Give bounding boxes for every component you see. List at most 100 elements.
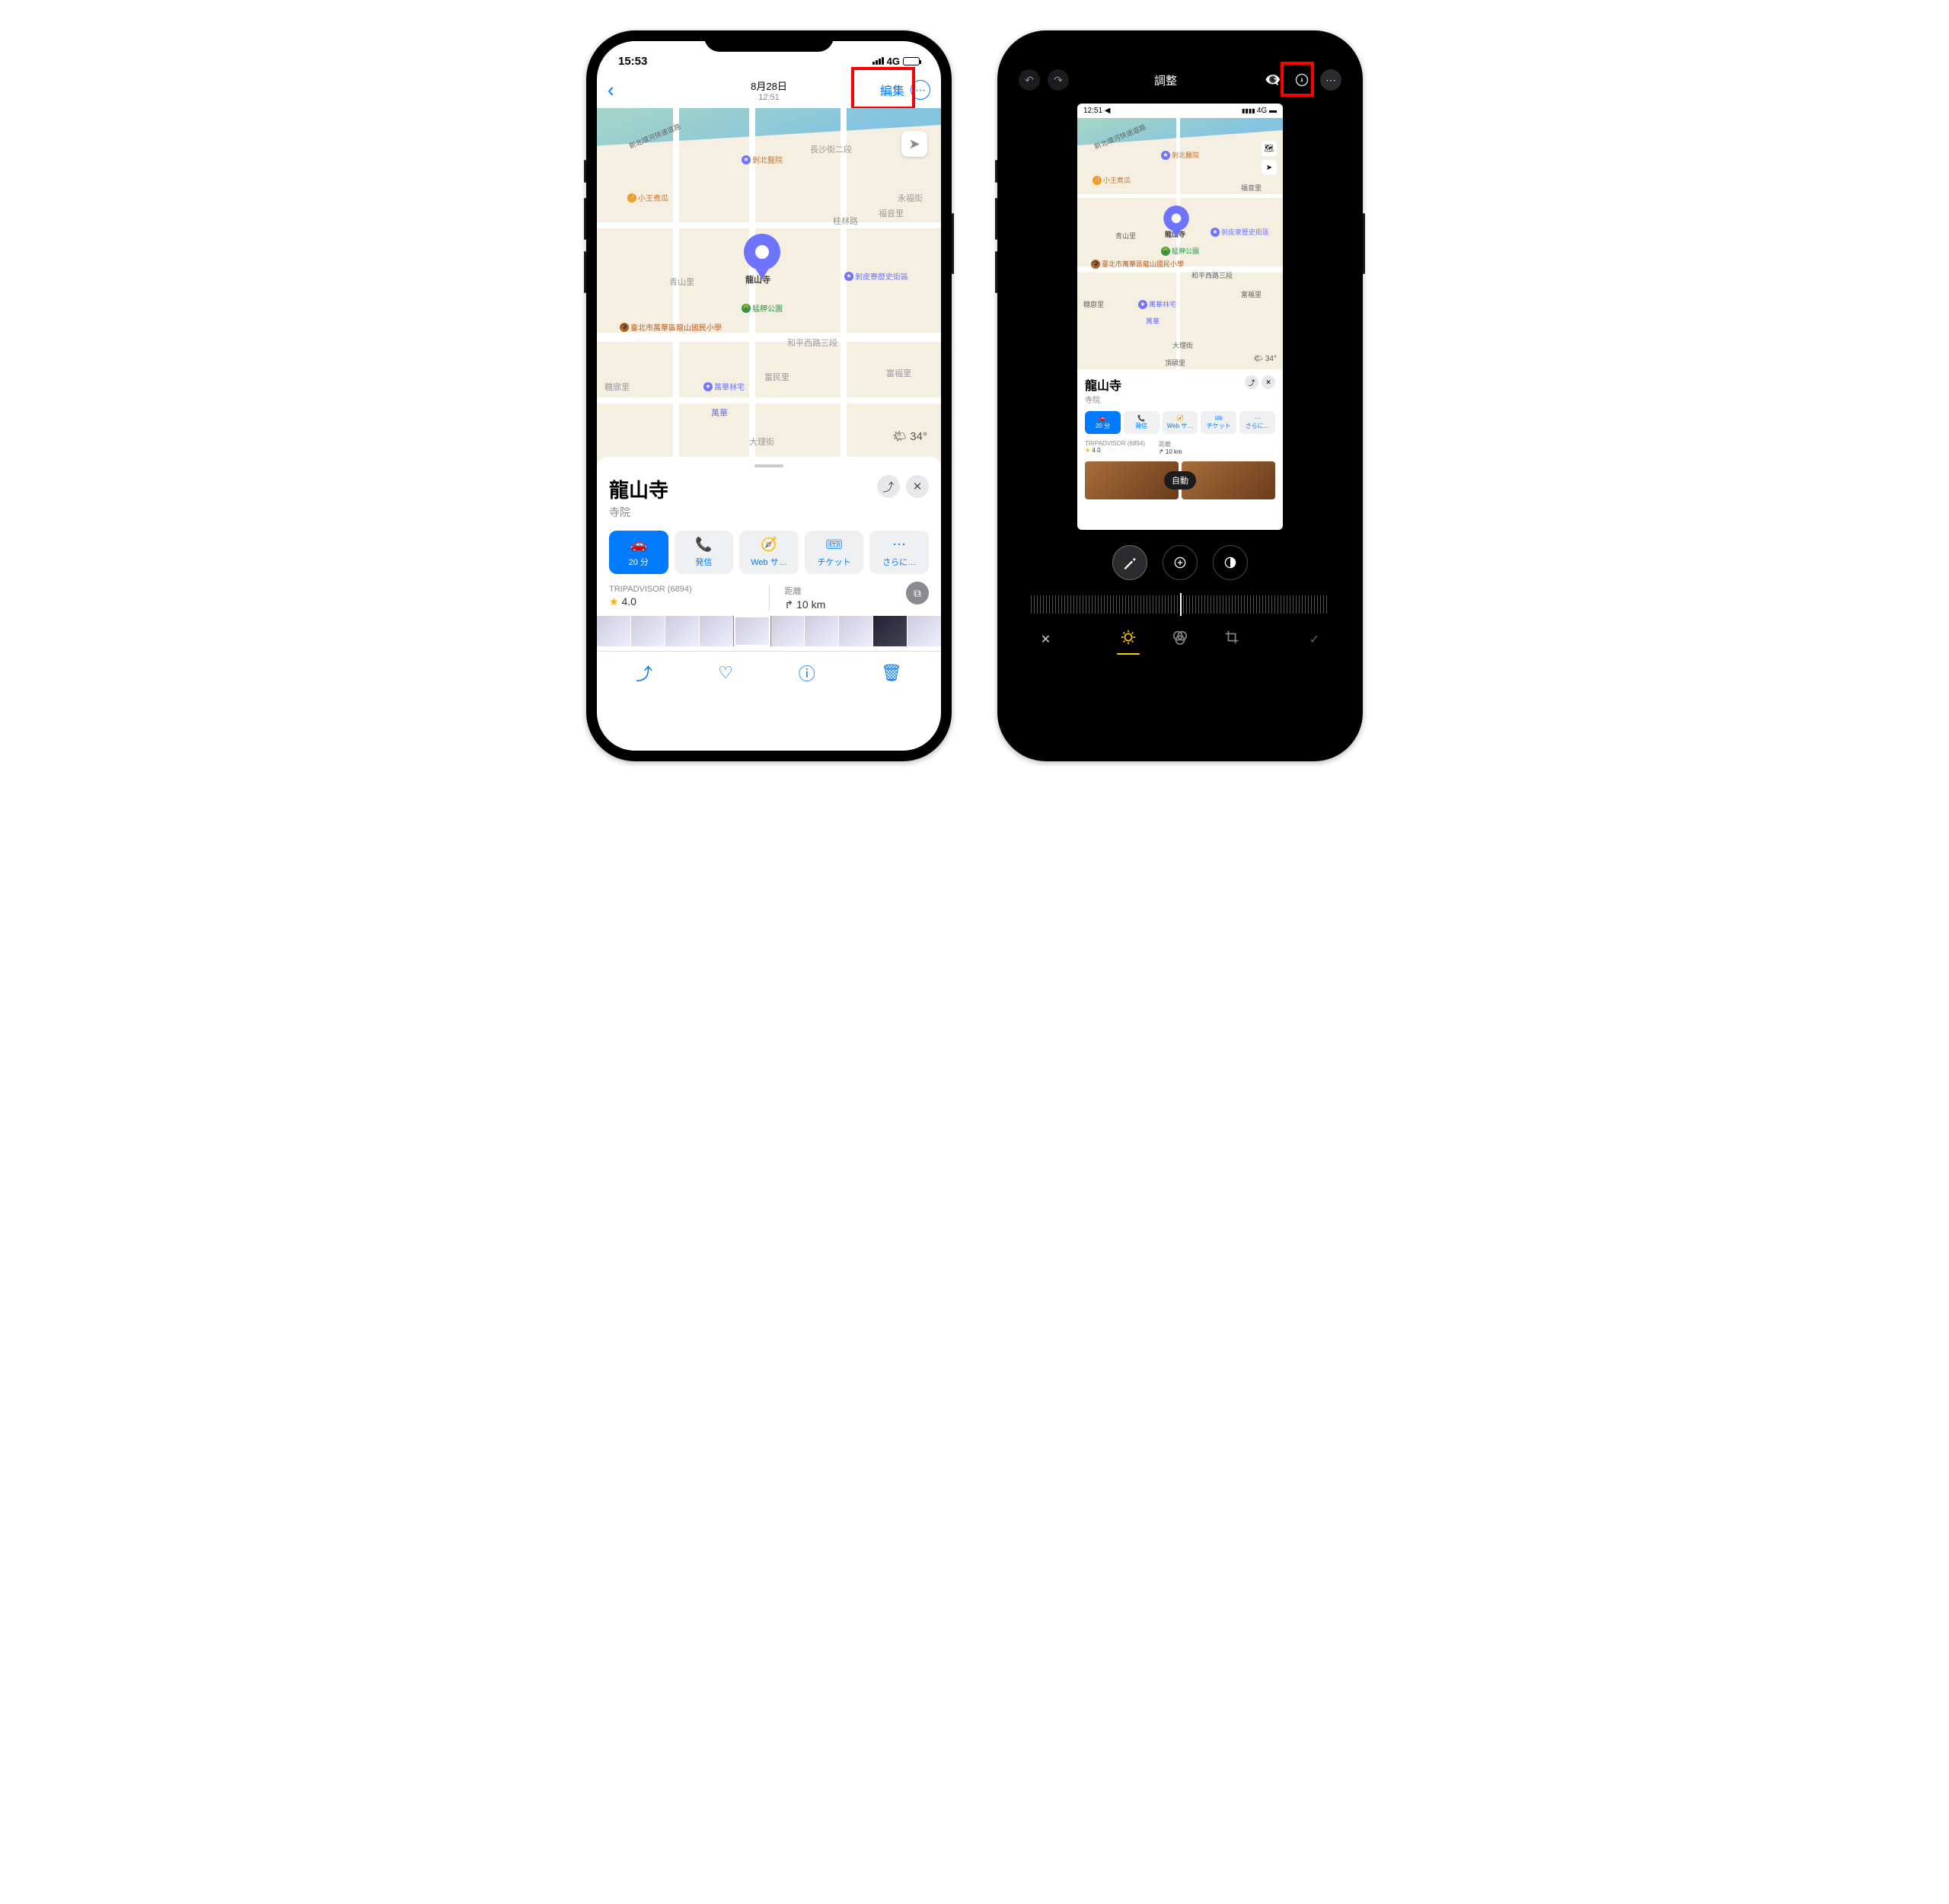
- share-button[interactable]: ⤴: [877, 475, 900, 498]
- place-info: TRIPADVISOR (6894) ★ 4.0 距離 ↱ 10 km ⧉: [609, 585, 929, 611]
- map-label: 永福街: [898, 192, 923, 204]
- locate-icon[interactable]: ➤: [901, 131, 927, 157]
- mini-ticket: 🎟チケット: [1201, 411, 1236, 434]
- done-button[interactable]: ✓: [1309, 632, 1319, 647]
- bottom-toolbar: ⤴ ♡ ⓘ 🗑: [597, 651, 941, 700]
- map-poi: 🌳艋舺公園: [742, 302, 783, 314]
- edit-preview: 12:51 ◀ ▮▮▮▮ 4G ▬ 新北環河快速道路 ★剝北醫院 🍴小王煮瓜 福…: [1077, 104, 1283, 530]
- phone-left: 15:53 4G ‹ 8月28日 12:51 編集 ⋯: [586, 30, 952, 761]
- mini-pin: [1163, 206, 1189, 238]
- close-button[interactable]: ✕: [906, 475, 929, 498]
- mini-dist-label: 距離: [1159, 440, 1182, 448]
- place-title: 龍山寺: [609, 475, 668, 503]
- mini-layers-icon: 🗺: [1262, 141, 1277, 156]
- mini-locate-icon: ➤: [1262, 160, 1277, 175]
- website-button[interactable]: 🧭Web サ…: [739, 531, 799, 574]
- crop-tab[interactable]: [1223, 629, 1240, 650]
- phone-right: ↶ ↷ 調整 👁‍🗨 ⋯ 12:51 ◀ ▮▮▮▮ 4G ▬: [997, 30, 1363, 761]
- place-subtitle: 寺院: [609, 505, 668, 520]
- mini-trip-label: TRIPADVISOR (6894): [1085, 440, 1145, 447]
- highlight-markup: [1281, 62, 1314, 97]
- battery-icon: [903, 57, 920, 65]
- mini-map: 新北環河快速道路 ★剝北醫院 🍴小王煮瓜 福音里 青山里 龍山寺 ★剝皮寮歷史街…: [1077, 118, 1283, 369]
- map-poi: 🎓臺北市萬華區龍山國民小學: [620, 321, 722, 333]
- more-button[interactable]: ⋯: [1320, 69, 1341, 91]
- mini-place-card: 龍山寺 寺院 ⤴ ✕ 🚗20 分 📞発信 🧭Web サ… 🎟チケット ⋯さらに…: [1077, 369, 1283, 506]
- map-label: 富福里: [886, 367, 911, 379]
- more-actions-button[interactable]: ⋯さらに…: [869, 531, 929, 574]
- directions-button[interactable]: 🚗20 分: [609, 531, 668, 574]
- exposure-button[interactable]: [1163, 545, 1198, 580]
- ticket-button[interactable]: 🎟チケット: [805, 531, 864, 574]
- map-label: 大理街: [749, 435, 774, 448]
- grabber[interactable]: [754, 464, 783, 467]
- edit-tabs: ✕ ✓: [1008, 614, 1352, 668]
- mini-web: 🧭Web サ…: [1163, 411, 1198, 434]
- nav-subtime: 12:51: [751, 93, 787, 102]
- filters-tab[interactable]: [1172, 629, 1188, 650]
- brilliance-button[interactable]: [1213, 545, 1248, 580]
- map-label: 長沙街二段: [810, 143, 852, 155]
- map-poi: ★剝皮寮歷史街區: [844, 270, 908, 282]
- mini-status-bar: 12:51 ◀ ▮▮▮▮ 4G ▬: [1077, 104, 1283, 118]
- mini-subtitle: 寺院: [1085, 394, 1121, 405]
- map-poi: ★萬華林宅: [703, 381, 745, 392]
- nav-date: 8月28日: [751, 78, 787, 93]
- mini-temp: 🌤 34°: [1253, 355, 1277, 363]
- undo-button[interactable]: ↶: [1019, 69, 1040, 91]
- edit-screen: ↶ ↷ 調整 👁‍🗨 ⋯ 12:51 ◀ ▮▮▮▮ 4G ▬: [1008, 41, 1352, 751]
- adjust-tab[interactable]: [1120, 629, 1137, 650]
- mini-close-icon: ✕: [1262, 375, 1275, 389]
- edit-topbar: ↶ ↷ 調整 👁‍🗨 ⋯: [1008, 61, 1352, 99]
- mini-call: 📞発信: [1124, 411, 1160, 434]
- star-icon: ★: [609, 595, 621, 608]
- info-icon[interactable]: ⓘ: [799, 661, 815, 685]
- map-label: 萬華: [711, 407, 728, 419]
- action-row: 🚗20 分 📞発信 🧭Web サ… 🎟チケット ⋯さらに…: [609, 531, 929, 574]
- mini-trip-rating: 4.0: [1092, 447, 1100, 454]
- distance-value: 10 km: [796, 598, 825, 611]
- auto-enhance-button[interactable]: [1112, 545, 1147, 580]
- adjust-presets: [1008, 545, 1352, 580]
- heart-icon[interactable]: ♡: [718, 663, 733, 683]
- mini-photos: 自動: [1085, 461, 1275, 499]
- map-poi: ★剝北醫院: [742, 154, 783, 165]
- place-card[interactable]: 龍山寺 寺院 ⤴ ✕ 🚗20 分 📞発信 🧭Web サ… 🎟チケット ⋯さらに……: [597, 457, 941, 611]
- back-button[interactable]: ‹: [608, 78, 614, 102]
- mini-dist-val: 10 km: [1166, 448, 1182, 455]
- map-pin: [744, 234, 780, 279]
- map-preview: 新北環河快速道路 ★剝北醫院 🍴小王煮瓜 福音里 長沙街二段 桂林路 永福街 青…: [597, 108, 941, 466]
- route-icon: ↱: [785, 598, 797, 611]
- edit-title: 調整: [1154, 72, 1177, 88]
- cancel-button[interactable]: ✕: [1041, 632, 1051, 647]
- mini-more: ⋯さらに…: [1239, 411, 1275, 434]
- mini-share-icon: ⤴: [1245, 375, 1258, 389]
- signal-icon: [872, 57, 884, 65]
- auto-badge: 自動: [1164, 471, 1196, 490]
- status-time: 15:53: [618, 55, 647, 68]
- photos-screen: 15:53 4G ‹ 8月28日 12:51 編集 ⋯: [597, 41, 941, 751]
- map-label: 青山里: [669, 276, 694, 288]
- nav-title: 8月28日 12:51: [751, 78, 787, 102]
- nav-bar: ‹ 8月28日 12:51 編集 ⋯: [597, 72, 941, 108]
- map-label: 和平西路三段: [787, 336, 837, 349]
- network-label: 4G: [887, 56, 900, 67]
- call-button[interactable]: 📞発信: [675, 531, 734, 574]
- highlight-edit: [851, 67, 915, 110]
- map-label: 糖廍里: [604, 381, 630, 393]
- share-icon[interactable]: ⤴: [636, 661, 652, 685]
- adjust-slider[interactable]: [1031, 595, 1329, 614]
- mini-time: 12:51 ◀: [1083, 107, 1111, 115]
- weather-badge: 🌤 34°: [892, 429, 927, 443]
- tripadvisor-label: TRIPADVISOR (6894): [609, 585, 754, 594]
- livetext-button[interactable]: ⧉: [906, 582, 929, 604]
- thumbnail-strip[interactable]: [597, 616, 941, 646]
- map-poi: 🍴小王煮瓜: [627, 192, 668, 203]
- tripadvisor-rating: 4.0: [621, 595, 636, 608]
- mini-directions: 🚗20 分: [1085, 411, 1121, 434]
- map-label: 富民里: [764, 371, 789, 383]
- mini-net: 4G: [1257, 107, 1267, 115]
- mini-title: 龍山寺: [1085, 375, 1121, 394]
- trash-icon[interactable]: 🗑: [881, 663, 902, 683]
- redo-button[interactable]: ↷: [1048, 69, 1069, 91]
